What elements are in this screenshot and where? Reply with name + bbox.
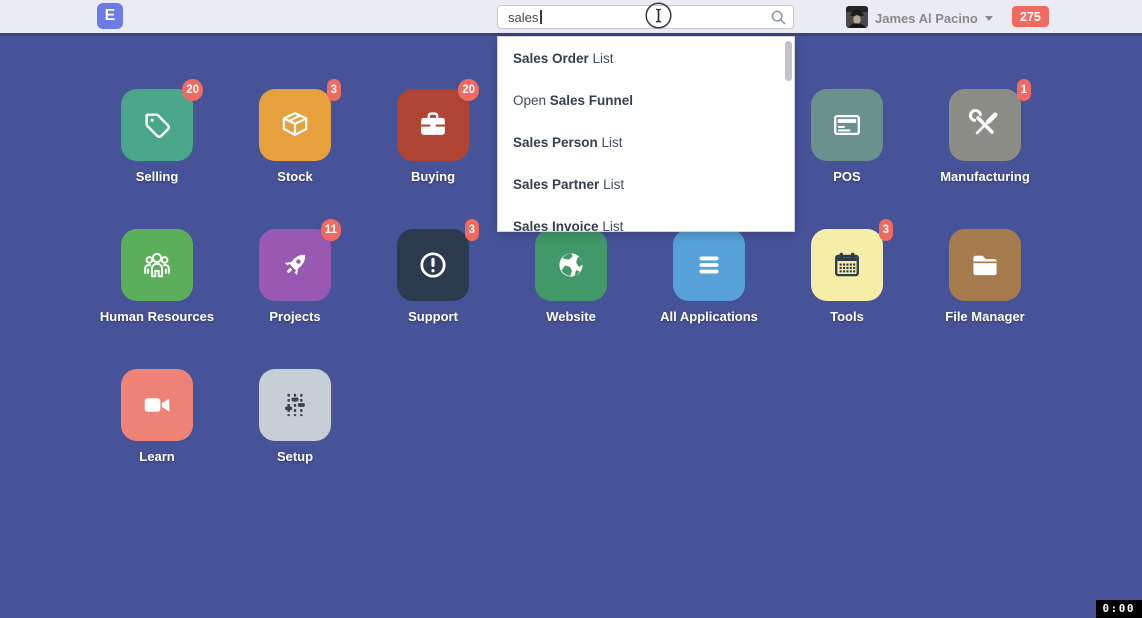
module-count-badge: 3	[465, 219, 479, 241]
tools-icon	[966, 106, 1004, 144]
module-stock[interactable]: 3 Stock	[226, 89, 364, 184]
app-logo[interactable]: E	[97, 3, 123, 29]
notifications-badge[interactable]: 275	[1012, 6, 1049, 27]
module-label: Tools	[778, 310, 916, 324]
text-caret	[540, 10, 542, 24]
module-label: Setup	[226, 450, 364, 464]
screen-recorder-timer: 0:00	[1096, 600, 1142, 618]
module-label: POS	[778, 170, 916, 184]
search-suggestion[interactable]: Sales Partner List	[498, 163, 794, 205]
suggestion-text: List	[599, 177, 624, 192]
card-icon	[828, 106, 866, 144]
user-name: James Al Pacino	[875, 11, 978, 26]
module-tools[interactable]: 3 Tools	[778, 229, 916, 324]
module-tile[interactable]: 3	[397, 229, 469, 301]
module-manufacturing[interactable]: 1 Manufacturing	[916, 89, 1054, 184]
suggestion-keyword: Sales Invoice	[513, 219, 599, 233]
suggestion-keyword: Sales Partner	[513, 177, 599, 192]
module-label: Support	[364, 310, 502, 324]
suggestion-text: List	[599, 219, 624, 233]
module-count-badge: 11	[321, 219, 341, 241]
menu-icon	[690, 246, 728, 284]
suggestion-text: List	[589, 51, 614, 66]
module-count-badge: 20	[458, 79, 479, 101]
module-label: All Applications	[640, 310, 778, 324]
folder-icon	[966, 246, 1004, 284]
chevron-down-icon	[985, 16, 993, 21]
rocket-icon	[276, 246, 314, 284]
module-label: Buying	[364, 170, 502, 184]
app-logo-letter: E	[105, 7, 116, 25]
module-label: Selling	[88, 170, 226, 184]
module-tile[interactable]	[121, 229, 193, 301]
search-input[interactable]	[498, 6, 793, 28]
suggestion-keyword: Sales Person	[513, 135, 598, 150]
search-suggestion[interactable]: Sales Person List	[498, 121, 794, 163]
people-icon	[138, 246, 176, 284]
module-file-manager[interactable]: File Manager	[916, 229, 1054, 324]
module-count-badge: 1	[1017, 79, 1031, 101]
module-selling[interactable]: 20 Selling	[88, 89, 226, 184]
module-label: File Manager	[916, 310, 1054, 324]
globe-icon	[552, 246, 590, 284]
tag-icon	[138, 106, 176, 144]
module-human-resources[interactable]: Human Resources	[88, 229, 226, 324]
module-tile[interactable]: 11	[259, 229, 331, 301]
module-website[interactable]: Website	[502, 229, 640, 324]
module-tile[interactable]: 20	[397, 89, 469, 161]
module-count-badge: 3	[327, 79, 341, 101]
module-support[interactable]: 3 Support	[364, 229, 502, 324]
suggestion-keyword: Sales Order	[513, 51, 589, 66]
dropdown-scrollbar-thumb[interactable]	[785, 41, 792, 81]
search-suggestions-dropdown: Sales Order ListOpen Sales FunnelSales P…	[497, 36, 795, 232]
module-all-applications[interactable]: All Applications	[640, 229, 778, 324]
search-suggestion[interactable]: Sales Order List	[498, 37, 794, 79]
video-camera-icon	[138, 386, 176, 424]
user-avatar[interactable]	[846, 6, 868, 28]
timer-value: 0:00	[1103, 602, 1136, 615]
module-projects[interactable]: 11 Projects	[226, 229, 364, 324]
module-tile[interactable]	[949, 229, 1021, 301]
module-tile[interactable]	[535, 229, 607, 301]
module-tile[interactable]: 3	[259, 89, 331, 161]
global-search	[497, 5, 794, 29]
module-tile[interactable]: 20	[121, 89, 193, 161]
module-setup[interactable]: Setup	[226, 369, 364, 464]
module-tile[interactable]	[811, 89, 883, 161]
suggestion-text: List	[598, 135, 623, 150]
sliders-icon	[276, 386, 314, 424]
user-menu[interactable]: James Al Pacino	[875, 0, 993, 36]
module-tile[interactable]: 1	[949, 89, 1021, 161]
search-suggestion[interactable]: Open Sales Funnel	[498, 79, 794, 121]
module-label: Website	[502, 310, 640, 324]
briefcase-icon	[414, 106, 452, 144]
module-pos[interactable]: POS	[778, 89, 916, 184]
module-label: Stock	[226, 170, 364, 184]
module-label: Human Resources	[88, 310, 226, 324]
module-tile[interactable]	[673, 229, 745, 301]
module-learn[interactable]: Learn	[88, 369, 226, 464]
module-count-badge: 3	[879, 219, 893, 241]
module-label: Learn	[88, 450, 226, 464]
calendar-icon	[828, 246, 866, 284]
suggestion-text: Open	[513, 93, 550, 108]
module-tile[interactable]: 3	[811, 229, 883, 301]
module-label: Manufacturing	[916, 170, 1054, 184]
module-tile[interactable]	[259, 369, 331, 441]
module-buying[interactable]: 20 Buying	[364, 89, 502, 184]
search-icon	[770, 9, 787, 26]
box-icon	[276, 106, 314, 144]
suggestion-keyword: Sales Funnel	[550, 93, 633, 108]
module-label: Projects	[226, 310, 364, 324]
top-navbar: E James Al Pacino 275	[0, 0, 1142, 36]
notifications-count: 275	[1020, 10, 1041, 24]
module-count-badge: 20	[182, 79, 203, 101]
module-tile[interactable]	[121, 369, 193, 441]
exclamation-circle-icon	[414, 246, 452, 284]
search-suggestion[interactable]: Sales Invoice List	[498, 205, 794, 232]
search-suggestions-list: Sales Order ListOpen Sales FunnelSales P…	[498, 37, 794, 232]
